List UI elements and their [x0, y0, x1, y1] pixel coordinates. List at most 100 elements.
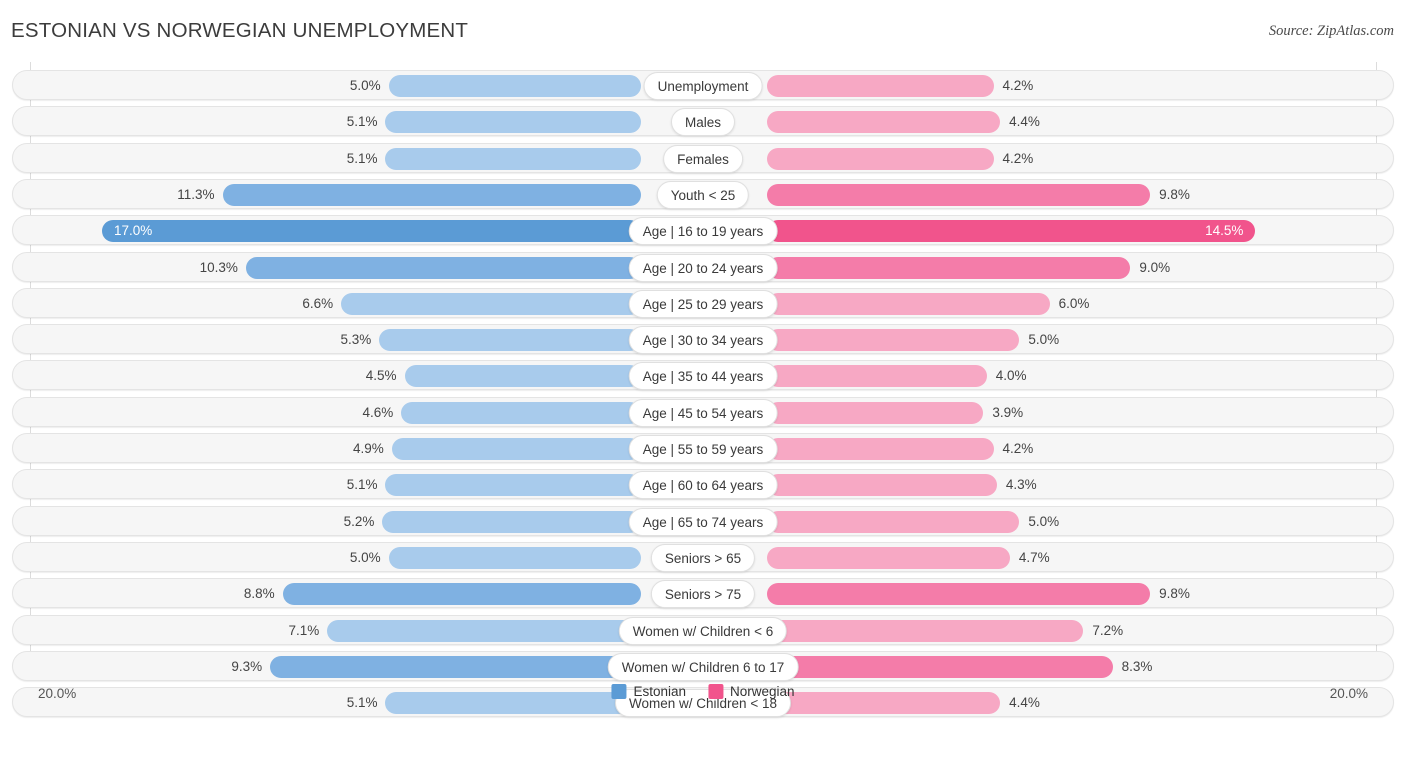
- row-label-unemployment: Unemployment: [643, 72, 763, 100]
- legend-label: Norwegian: [730, 684, 795, 699]
- chart-legend: Estonian Norwegian: [611, 684, 795, 699]
- bar-norwegian: [767, 365, 987, 388]
- value-estonian: 5.1%: [346, 477, 378, 493]
- row-label-age-25-to-29-years: Age | 25 to 29 years: [628, 289, 778, 318]
- value-estonian: 7.1%: [288, 622, 320, 638]
- value-norwegian: 4.2%: [1002, 78, 1034, 93]
- legend-swatch-icon: [708, 684, 723, 699]
- value-norwegian: 4.0%: [995, 368, 1027, 384]
- value-norwegian: 4.4%: [1009, 114, 1040, 130]
- bar-row: 10.3% 9.0% Age | 20 to 24 years: [12, 251, 1394, 282]
- value-norwegian: 5.0%: [1028, 513, 1060, 529]
- value-estonian: 11.3%: [177, 186, 215, 202]
- bar-estonian: [270, 655, 641, 678]
- value-estonian: 5.1%: [346, 114, 378, 130]
- bar-estonian: [388, 75, 641, 97]
- value-estonian: 5.1%: [346, 150, 378, 166]
- bar-estonian: [385, 147, 641, 170]
- value-estonian: 8.8%: [243, 586, 275, 602]
- value-norwegian: 9.0%: [1139, 259, 1171, 275]
- row-label-age-20-to-24-years: Age | 20 to 24 years: [628, 253, 778, 282]
- value-norwegian: 7.2%: [1092, 622, 1124, 638]
- bar-norwegian: [767, 111, 1001, 134]
- row-label-seniors-65: Seniors > 65: [650, 543, 756, 572]
- bar-estonian: [385, 111, 641, 134]
- bar-norwegian: [767, 329, 1020, 352]
- value-estonian: 5.0%: [349, 549, 381, 565]
- value-norwegian: 9.8%: [1159, 586, 1190, 602]
- row-label-males: Males: [670, 108, 736, 137]
- bar-row: 5.3% 5.0% Age | 30 to 34 years: [12, 324, 1394, 355]
- bar-estonian: [391, 438, 641, 460]
- value-norwegian: 4.2%: [1002, 441, 1034, 456]
- bar-row: 4.5% 4.0% Age | 35 to 44 years: [12, 360, 1394, 391]
- row-label-women-w-children-6-to-17: Women w/ Children 6 to 17: [607, 652, 799, 681]
- value-estonian: 10.3%: [199, 259, 238, 275]
- bar-row: 5.1% 4.3% Age | 60 to 64 years: [12, 469, 1394, 500]
- chart-page: ESTONIAN VS NORWEGIAN UNEMPLOYMENT Sourc…: [0, 0, 1406, 757]
- bar-norwegian: [767, 292, 1050, 315]
- value-norwegian: 14.5%: [1205, 223, 1244, 239]
- legend-label: Estonian: [633, 684, 686, 699]
- bar-norwegian: [767, 256, 1131, 279]
- bar-estonian: [401, 401, 641, 424]
- value-norwegian: 4.7%: [1018, 549, 1050, 565]
- bar-norwegian: [767, 510, 1020, 533]
- bar-row: 4.9% 4.2% Age | 55 to 59 years: [12, 433, 1394, 463]
- bar-row: 7.1% 7.2% Women w/ Children < 6: [12, 614, 1394, 645]
- bar-row: 5.0% 4.7% Seniors > 65: [12, 541, 1394, 572]
- bar-estonian: [327, 619, 641, 642]
- row-label-age-45-to-54-years: Age | 45 to 54 years: [628, 398, 778, 427]
- axis-tick-right: 20.0%: [1329, 686, 1368, 701]
- row-label-women-w-children-6: Women w/ Children < 6: [618, 616, 788, 645]
- row-label-age-60-to-64-years: Age | 60 to 64 years: [628, 471, 778, 500]
- value-norwegian: 9.8%: [1159, 186, 1190, 202]
- bar-row: 5.1% 4.4% Males: [12, 106, 1394, 137]
- bar-norwegian: [767, 401, 984, 424]
- value-estonian: 6.6%: [302, 295, 334, 311]
- bar-row: 8.8% 9.8% Seniors > 75: [12, 578, 1394, 609]
- bar-norwegian: [767, 583, 1151, 606]
- bar-norwegian: [767, 147, 994, 170]
- bar-row: 17.0% 14.5% Age | 16 to 19 years: [12, 215, 1394, 246]
- bar-row: 5.0% 4.2% Unemployment: [12, 70, 1394, 100]
- bar-row: 5.1% 4.2% Females: [12, 142, 1394, 173]
- value-norwegian: 8.3%: [1121, 658, 1153, 674]
- legend-item: Estonian: [611, 684, 686, 699]
- bar-estonian: [245, 256, 641, 279]
- bar-norwegian: [767, 75, 994, 97]
- value-norwegian: 5.0%: [1028, 332, 1060, 348]
- bar-row: 6.6% 6.0% Age | 25 to 29 years: [12, 287, 1394, 318]
- value-norwegian: 6.0%: [1058, 295, 1090, 311]
- bar-row: 9.3% 8.3% Women w/ Children 6 to 17: [12, 650, 1394, 681]
- bar-norwegian: [767, 546, 1010, 569]
- chart-plot-area: 5.0% 4.2% Unemployment 5.1% 4.4% Males 5.1% 4.2…: [0, 62, 1406, 718]
- value-norwegian: 4.3%: [1005, 477, 1037, 493]
- value-norwegian: 3.9%: [992, 404, 1024, 420]
- bar-estonian: [282, 583, 641, 606]
- legend-swatch-icon: [611, 684, 627, 699]
- row-label-seniors-75: Seniors > 75: [650, 580, 756, 609]
- bar-norwegian: [767, 183, 1151, 206]
- bar-estonian: [379, 329, 641, 352]
- value-norwegian: 4.2%: [1002, 150, 1034, 166]
- value-estonian: 5.2%: [343, 513, 375, 529]
- bar-row: 5.2% 5.0% Age | 65 to 74 years: [12, 505, 1394, 536]
- bar-estonian: [382, 510, 641, 533]
- bar-estonian: [385, 474, 641, 497]
- row-label-age-16-to-19-years: Age | 16 to 19 years: [628, 217, 778, 246]
- bar-estonian: [341, 292, 641, 315]
- bar-estonian: [388, 546, 641, 569]
- row-label-females: Females: [663, 144, 743, 173]
- bar-row: 4.6% 3.9% Age | 45 to 54 years: [12, 396, 1394, 427]
- value-estonian: 5.3%: [340, 332, 372, 348]
- value-estonian: 9.3%: [231, 658, 263, 674]
- page-title: ESTONIAN VS NORWEGIAN UNEMPLOYMENT: [11, 19, 469, 42]
- bar-norwegian: [767, 438, 994, 460]
- value-estonian: 4.5%: [365, 368, 397, 384]
- bar-estonian: [222, 183, 641, 206]
- bar-norwegian: [767, 474, 997, 497]
- value-estonian: 4.6%: [362, 404, 394, 420]
- chart-footer: 20.0% 20.0% Estonian Norwegian: [0, 684, 1406, 708]
- bar-norwegian: [767, 655, 1113, 678]
